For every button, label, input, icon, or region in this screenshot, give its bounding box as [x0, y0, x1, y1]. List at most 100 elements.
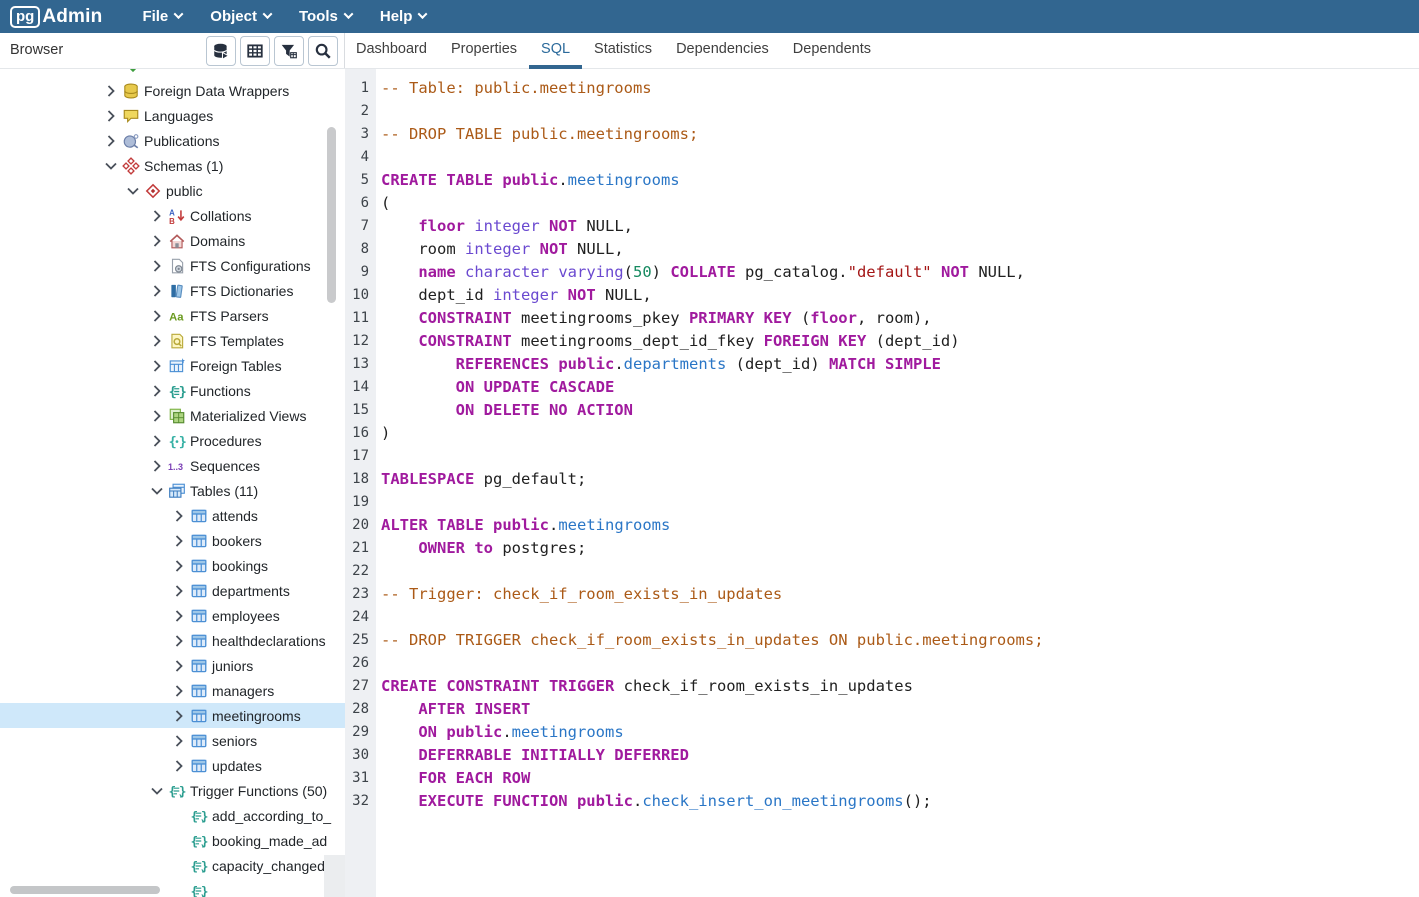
tree-item-juniors[interactable]: juniors [0, 653, 345, 678]
chevron-right-icon[interactable] [100, 133, 122, 149]
chevron-right-icon[interactable] [168, 508, 190, 524]
tree-item-label: booking_made_ad [212, 833, 327, 849]
sql-token-ty: character varying [465, 263, 624, 281]
code-line: 1-- Table: public.meetingrooms [345, 77, 1419, 100]
chevron-right-icon[interactable] [146, 358, 168, 374]
code-line: 4 [345, 146, 1419, 169]
tree-vertical-scrollbar[interactable] [327, 127, 336, 303]
chevron-right-icon[interactable] [146, 433, 168, 449]
tree-item-add-according-to[interactable]: {}add_according_to_ [0, 803, 345, 828]
tree-item-domains[interactable]: Domains [0, 228, 345, 253]
tree-item-item[interactable] [0, 69, 345, 78]
tree-item-tables-11[interactable]: Tables (11) [0, 478, 345, 503]
tree-item-healthdeclarations[interactable]: healthdeclarations [0, 628, 345, 653]
chevron-right-icon[interactable] [146, 408, 168, 424]
tree-item-fts-parsers[interactable]: AaFTS Parsers [0, 303, 345, 328]
chevron-right-icon[interactable] [168, 758, 190, 774]
chevron-right-icon[interactable] [146, 208, 168, 224]
filtered-rows-button[interactable] [274, 36, 304, 66]
tree-item-meetingrooms[interactable]: meetingrooms [0, 703, 345, 728]
chevron-right-icon[interactable] [146, 233, 168, 249]
tree-item-managers[interactable]: managers [0, 678, 345, 703]
query-tool-button[interactable] [206, 36, 236, 66]
chevron-right-icon[interactable] [168, 583, 190, 599]
chevron-right-icon[interactable] [168, 708, 190, 724]
tree-item-bookings[interactable]: bookings [0, 553, 345, 578]
chevron-right-icon[interactable] [168, 533, 190, 549]
chevron-right-icon[interactable] [146, 258, 168, 274]
tab-statistics[interactable]: Statistics [582, 33, 664, 69]
chevron-right-icon[interactable] [168, 683, 190, 699]
line-number: 8 [345, 238, 376, 261]
tree-item-languages[interactable]: Languages [0, 103, 345, 128]
tree-item-foreign-tables[interactable]: Foreign Tables [0, 353, 345, 378]
tree-item-procedures[interactable]: {}Procedures [0, 428, 345, 453]
tree-item-label: managers [212, 683, 274, 699]
chevron-right-icon[interactable] [146, 458, 168, 474]
tree-item-schemas-1[interactable]: Schemas (1) [0, 153, 345, 178]
sql-token-pl [381, 700, 418, 718]
tree-item-public[interactable]: public [0, 178, 345, 203]
chevron-right-icon[interactable] [168, 558, 190, 574]
tree-item-departments[interactable]: departments [0, 578, 345, 603]
sql-token-kw: floor [810, 309, 857, 327]
chevron-right-icon[interactable] [146, 333, 168, 349]
code-line-content: room integer NOT NULL, [376, 238, 624, 261]
tree-item-sequences[interactable]: 1..3Sequences [0, 453, 345, 478]
tree-item-bookers[interactable]: bookers [0, 528, 345, 553]
code-line: 2 [345, 100, 1419, 123]
tree-item-collations[interactable]: ABCollations [0, 203, 345, 228]
chevron-right-icon[interactable] [100, 83, 122, 99]
tree-item-functions[interactable]: {}Functions [0, 378, 345, 403]
code-line-content: REFERENCES public.departments (dept_id) … [376, 353, 941, 376]
tree-item-capacity-changed[interactable]: {}capacity_changed [0, 853, 345, 878]
menu-tools[interactable]: Tools [285, 0, 366, 33]
tab-dependents[interactable]: Dependents [781, 33, 883, 69]
tab-dashboard[interactable]: Dashboard [344, 33, 439, 69]
search-button[interactable] [308, 36, 338, 66]
tree-item-employees[interactable]: employees [0, 603, 345, 628]
chevron-right-icon[interactable] [100, 108, 122, 124]
tree-item-fts-templates[interactable]: FTS Templates [0, 328, 345, 353]
tree-item-foreign-data-wrappers[interactable]: Foreign Data Wrappers [0, 78, 345, 103]
tab-properties[interactable]: Properties [439, 33, 529, 69]
chevron-right-icon[interactable] [146, 383, 168, 399]
chevron-right-icon[interactable] [168, 633, 190, 649]
chevron-down-icon[interactable] [146, 783, 168, 799]
chevron-right-icon[interactable] [168, 608, 190, 624]
menu-file[interactable]: File [128, 0, 196, 33]
line-number: 17 [345, 445, 376, 468]
chevron-right-icon[interactable] [146, 283, 168, 299]
tree-item-fts-dictionaries[interactable]: FTS Dictionaries [0, 278, 345, 303]
chevron-right-icon[interactable] [168, 733, 190, 749]
table-icon [190, 507, 208, 525]
tab-dependencies[interactable]: Dependencies [664, 33, 781, 69]
tree-item-publications[interactable]: Publications [0, 128, 345, 153]
view-data-button[interactable] [240, 36, 270, 66]
tree-item-trigger-functions-50[interactable]: {}Trigger Functions (50) [0, 778, 345, 803]
code-line: 26 [345, 652, 1419, 675]
tab-sql[interactable]: SQL [529, 33, 582, 69]
chevron-right-icon[interactable] [168, 658, 190, 674]
tree-item-booking-made-ad[interactable]: {}booking_made_ad [0, 828, 345, 853]
main-area: Foreign Data WrappersLanguagesPublicatio… [0, 69, 1419, 897]
tree-item-attends[interactable]: attends [0, 503, 345, 528]
tree-item-label: bookers [212, 533, 262, 549]
sql-code-area[interactable]: 1-- Table: public.meetingrooms23-- DROP … [345, 69, 1419, 813]
chevron-down-icon[interactable] [122, 183, 144, 199]
sql-token-pl: . [558, 171, 567, 189]
chevron-right-icon[interactable] [146, 308, 168, 324]
line-number: 14 [345, 376, 376, 399]
tree-horizontal-scrollbar[interactable] [10, 886, 160, 894]
chevron-down-icon[interactable] [100, 158, 122, 174]
menu-object[interactable]: Object [196, 0, 285, 33]
line-number: 15 [345, 399, 376, 422]
menu-help[interactable]: Help [366, 0, 441, 33]
tree-item-seniors[interactable]: seniors [0, 728, 345, 753]
tree-item-materialized-views[interactable]: Materialized Views [0, 403, 345, 428]
tree-item-updates[interactable]: updates [0, 753, 345, 778]
code-line-content: CREATE TABLE public.meetingrooms [376, 169, 680, 192]
chevron-down-icon[interactable] [146, 483, 168, 499]
tree-item-label: juniors [212, 658, 253, 674]
tree-item-fts-configurations[interactable]: FTS Configurations [0, 253, 345, 278]
